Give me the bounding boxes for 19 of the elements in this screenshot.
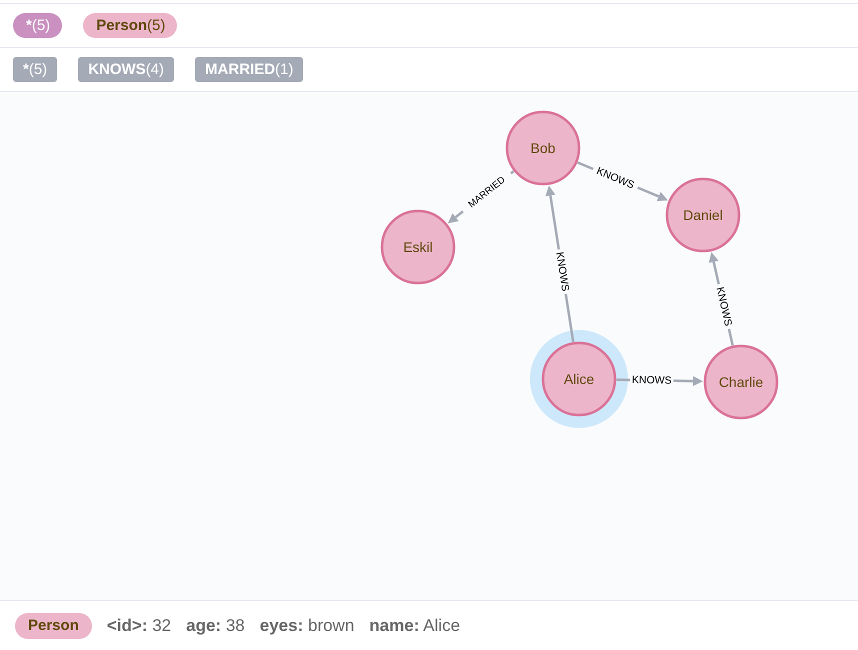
node-label-tag[interactable]: Person(5)	[83, 13, 178, 38]
graph-node[interactable]: Alice	[542, 342, 616, 416]
relationship-label: KNOWS	[632, 374, 672, 387]
graph-node[interactable]: Daniel	[666, 178, 740, 252]
property-text: name: Alice	[369, 616, 460, 636]
relationship-label: KNOWS	[553, 251, 572, 292]
property-text: eyes: brown	[260, 616, 354, 636]
relationship-arrow[interactable]	[616, 376, 703, 386]
graph-node[interactable]: Charlie	[704, 344, 778, 420]
relationship-arrow[interactable]	[577, 161, 668, 202]
graph-node[interactable]: Eskil	[380, 210, 456, 284]
relationship-arrow[interactable]	[708, 252, 734, 346]
node-label-tag[interactable]: Person	[15, 612, 92, 638]
node-label-tag[interactable]: *(5)	[13, 13, 62, 38]
relationship-label: KNOWS	[714, 286, 734, 328]
graph-node[interactable]: Bob	[506, 110, 580, 186]
relationship-arrow[interactable]	[448, 170, 514, 224]
property-text: <id>: 32	[106, 616, 172, 636]
property-text: age: 38	[186, 616, 245, 636]
